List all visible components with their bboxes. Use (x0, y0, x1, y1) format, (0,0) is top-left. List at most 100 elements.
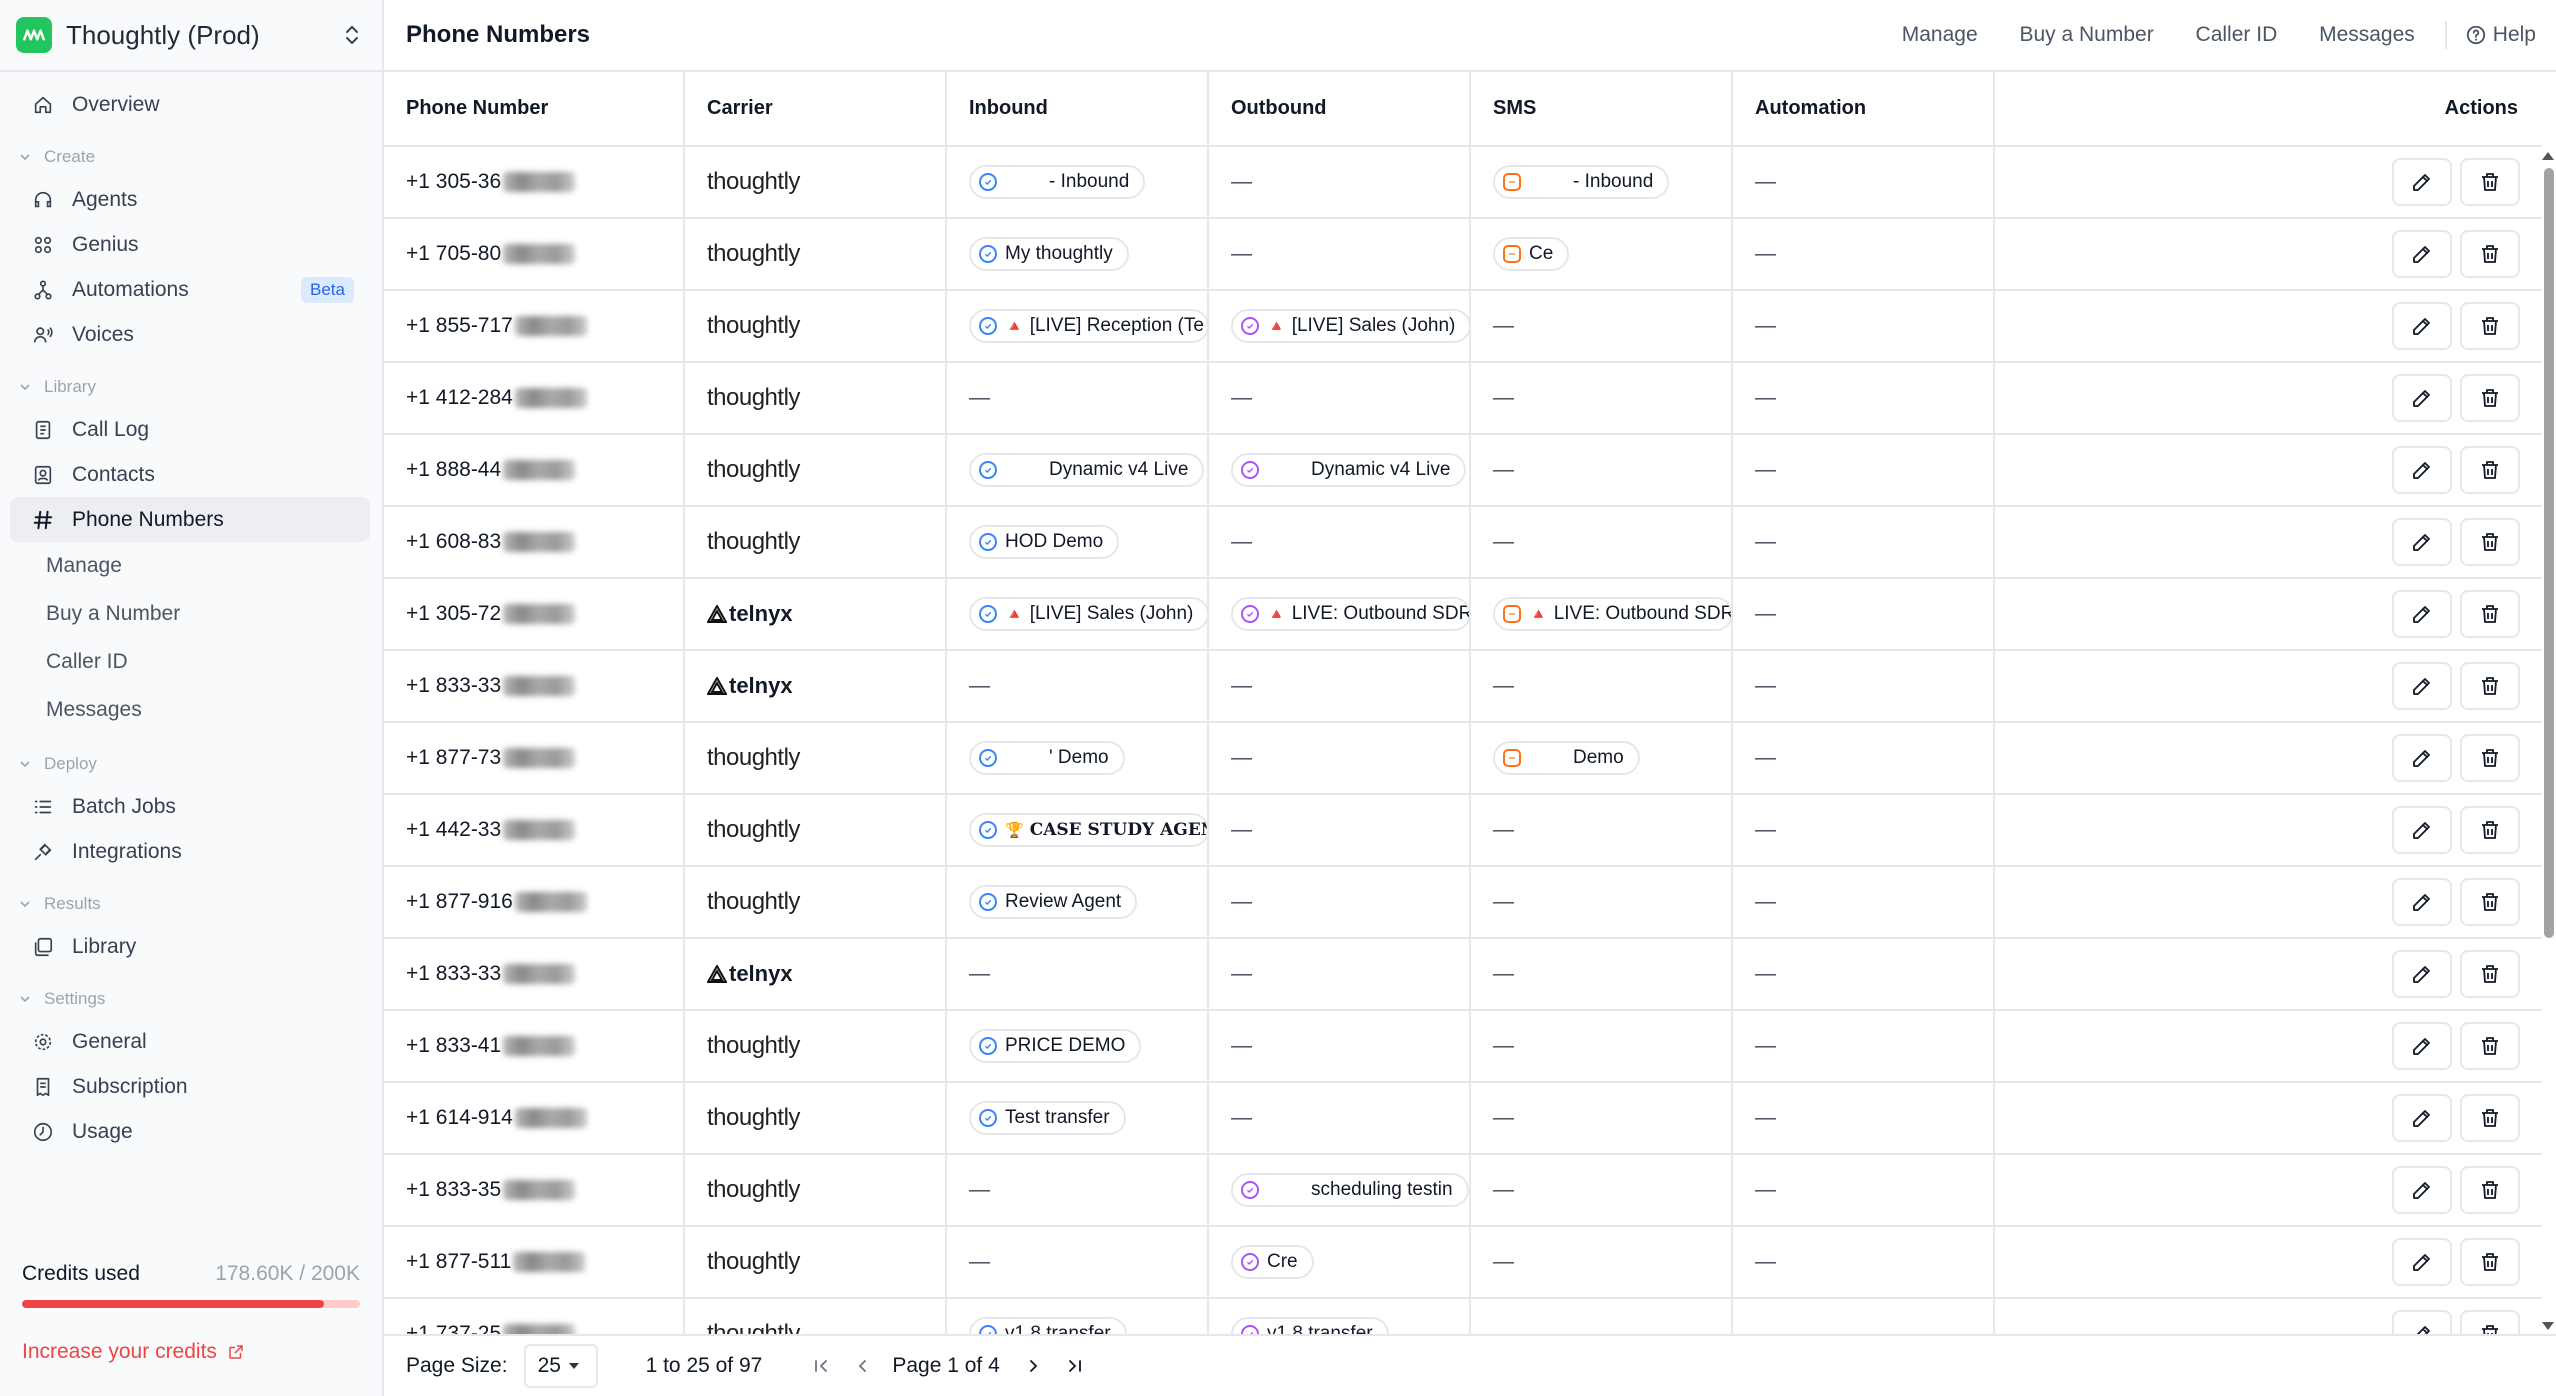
edit-button[interactable] (2392, 1094, 2453, 1142)
first-page-button[interactable] (810, 1355, 832, 1377)
edit-button[interactable] (2392, 1310, 2453, 1334)
delete-button[interactable] (2460, 230, 2520, 278)
in-agent-pill[interactable]: Test transfer (969, 1101, 1126, 1135)
sms-agent-pill[interactable]: - Inbound (1493, 165, 1670, 199)
prev-page-button[interactable] (852, 1355, 874, 1377)
in-agent-pill[interactable]: PRICE DEMO (969, 1029, 1142, 1063)
delete-button[interactable] (2460, 734, 2520, 782)
scroll-up-arrow-icon[interactable] (2542, 152, 2554, 160)
edit-button[interactable] (2392, 302, 2453, 350)
edit-button[interactable] (2392, 1238, 2453, 1286)
delete-button[interactable] (2460, 446, 2520, 494)
sidebar-subitem-messages[interactable]: Messages (0, 686, 382, 734)
section-settings[interactable]: Settings (0, 979, 382, 1019)
out-agent-pill[interactable]: scheduling testin (1231, 1173, 1468, 1207)
scrollbar-thumb[interactable] (2544, 168, 2554, 938)
section-deploy[interactable]: Deploy (0, 744, 382, 784)
column-header-automation[interactable]: Automation (1732, 72, 1995, 147)
table-row[interactable]: +1 877-73 thoughtly ' Demo — Demo — (384, 722, 2542, 795)
workspace-switcher[interactable]: Thoughtly (Prod) (0, 0, 382, 72)
table-row[interactable]: +1 705-80 thoughtly My thoughtly — Ce — (384, 218, 2542, 291)
delete-button[interactable] (2460, 518, 2520, 566)
out-agent-pill[interactable]: Cre (1231, 1245, 1314, 1279)
in-agent-pill[interactable]: - Inbound (969, 165, 1146, 199)
delete-button[interactable] (2460, 374, 2520, 422)
delete-button[interactable] (2460, 590, 2520, 638)
sidebar-item-general[interactable]: General (10, 1019, 370, 1064)
in-agent-pill[interactable]: 🔺 [LIVE] Sales (John) (969, 597, 1206, 631)
sms-agent-pill[interactable]: Ce (1493, 237, 1570, 271)
in-agent-pill[interactable]: 🔺 [LIVE] Reception (Te (969, 309, 1206, 343)
sidebar-item-agents[interactable]: Agents (10, 177, 370, 222)
table-row[interactable]: +1 877-916 thoughtly Review Agent — — — (384, 866, 2542, 939)
last-page-button[interactable] (1064, 1355, 1086, 1377)
table-row[interactable]: +1 614-914 thoughtly Test transfer — — — (384, 1082, 2542, 1155)
out-agent-pill[interactable]: 🔺 [LIVE] Sales (John) (1231, 309, 1468, 343)
table-row[interactable]: +1 833-41 thoughtly PRICE DEMO — — — (384, 1010, 2542, 1083)
delete-button[interactable] (2460, 1238, 2520, 1286)
table-row[interactable]: +1 737-25 thoughtly v1.8 transfer v1.8 t… (384, 1298, 2542, 1334)
sidebar-item-overview[interactable]: Overview (10, 82, 370, 127)
sidebar-item-integrations[interactable]: Integrations (10, 829, 370, 874)
top-nav-buy-number[interactable]: Buy a Number (2019, 23, 2153, 46)
table-row[interactable]: +1 833-35 thoughtly — scheduling testin … (384, 1154, 2542, 1227)
delete-button[interactable] (2460, 806, 2520, 854)
edit-button[interactable] (2392, 806, 2453, 854)
column-header-inbound[interactable]: Inbound (946, 72, 1209, 147)
edit-button[interactable] (2392, 950, 2453, 998)
sidebar-item-library[interactable]: Library (10, 924, 370, 969)
delete-button[interactable] (2460, 662, 2520, 710)
top-nav-manage[interactable]: Manage (1902, 23, 1978, 46)
table-row[interactable]: +1 305-36 thoughtly - Inbound — - Inboun… (384, 146, 2542, 219)
table-row[interactable]: +1 833-33 telnyx — — — — (384, 650, 2542, 723)
section-results[interactable]: Results (0, 884, 382, 924)
column-header-outbound[interactable]: Outbound (1208, 72, 1471, 147)
delete-button[interactable] (2460, 1166, 2520, 1214)
sidebar-subitem-caller-id[interactable]: Caller ID (0, 638, 382, 686)
delete-button[interactable] (2460, 1022, 2520, 1070)
delete-button[interactable] (2460, 950, 2520, 998)
in-agent-pill[interactable]: Review Agent (969, 885, 1138, 919)
sidebar-item-usage[interactable]: Usage (10, 1109, 370, 1154)
edit-button[interactable] (2392, 1022, 2453, 1070)
edit-button[interactable] (2392, 590, 2453, 638)
top-nav-messages[interactable]: Messages (2319, 23, 2415, 46)
edit-button[interactable] (2392, 374, 2453, 422)
table-row[interactable]: +1 888-44 thoughtly Dynamic v4 Live Dyna… (384, 434, 2542, 507)
in-agent-pill[interactable]: HOD Demo (969, 525, 1120, 559)
table-row[interactable]: +1 442-33 thoughtly 🏆 CASE STUDY AGENT —… (384, 794, 2542, 867)
edit-button[interactable] (2392, 734, 2453, 782)
sidebar-item-batch-jobs[interactable]: Batch Jobs (10, 784, 370, 829)
in-agent-pill[interactable]: My thoughtly (969, 237, 1129, 271)
out-agent-pill[interactable]: v1.8 transfer (1231, 1317, 1389, 1334)
sidebar-item-contacts[interactable]: Contacts (10, 452, 370, 497)
page-size-select[interactable]: 25 (523, 1344, 598, 1388)
section-library[interactable]: Library (0, 367, 382, 407)
table-row[interactable]: +1 608-83 thoughtly HOD Demo — — — (384, 506, 2542, 579)
edit-button[interactable] (2392, 446, 2453, 494)
edit-button[interactable] (2392, 662, 2453, 710)
edit-button[interactable] (2392, 878, 2453, 926)
edit-button[interactable] (2392, 1166, 2453, 1214)
sidebar-item-automations[interactable]: Automations Beta (10, 267, 370, 312)
in-agent-pill[interactable]: v1.8 transfer (969, 1317, 1127, 1334)
table-row[interactable]: +1 855-717 thoughtly 🔺 [LIVE] Reception … (384, 290, 2542, 363)
table-row[interactable]: +1 877-511 thoughtly — Cre — — (384, 1226, 2542, 1299)
sms-agent-pill[interactable]: Demo (1493, 741, 1640, 775)
table-row[interactable]: +1 305-72 telnyx 🔺 [LIVE] Sales (John) 🔺… (384, 578, 2542, 651)
in-agent-pill[interactable]: Dynamic v4 Live (969, 453, 1205, 487)
section-create[interactable]: Create (0, 137, 382, 177)
edit-button[interactable] (2392, 518, 2453, 566)
sidebar-item-genius[interactable]: Genius (10, 222, 370, 267)
top-nav-caller-id[interactable]: Caller ID (2196, 23, 2278, 46)
in-agent-pill[interactable]: ' Demo (969, 741, 1125, 775)
delete-button[interactable] (2460, 1094, 2520, 1142)
sms-agent-pill[interactable]: 🔺 LIVE: Outbound SDR (1493, 597, 1730, 631)
sidebar-item-subscription[interactable]: Subscription (10, 1064, 370, 1109)
next-page-button[interactable] (1022, 1355, 1044, 1377)
increase-credits-link[interactable]: Increase your credits (22, 1340, 360, 1364)
delete-button[interactable] (2460, 1310, 2520, 1334)
table-row[interactable]: +1 412-284 thoughtly — — — — (384, 362, 2542, 435)
sidebar-item-phone-numbers[interactable]: Phone Numbers (10, 497, 370, 542)
column-header-carrier[interactable]: Carrier (684, 72, 947, 147)
